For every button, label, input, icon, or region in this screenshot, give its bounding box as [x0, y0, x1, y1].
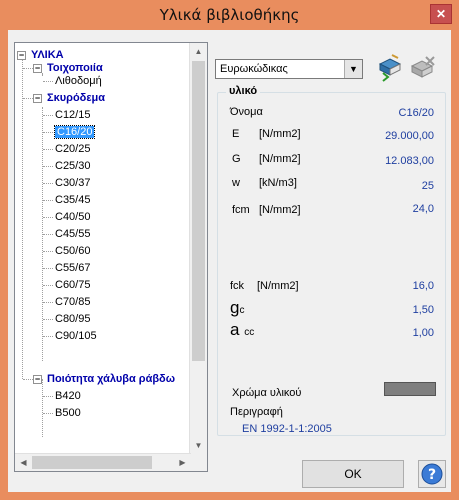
tree-leaf-c70-85[interactable]: C70/85	[55, 294, 90, 311]
tree-content: − ΥΛΙΚΑ − Τοιχοποιία Λιθοδομή − Σκυρόδεμ…	[15, 43, 191, 438]
tree-group-steel[interactable]: − Ποιότητα χάλυβα ράβδω	[33, 371, 175, 388]
tree-leaf-c35-45[interactable]: C35/45	[55, 192, 90, 209]
e-unit: [N/mm2]	[259, 128, 301, 140]
scroll-down-icon[interactable]: ▼	[190, 437, 207, 454]
ok-button[interactable]: OK	[302, 460, 404, 488]
help-icon: ?	[421, 463, 443, 485]
tree-leaf-c80-95[interactable]: C80/95	[55, 311, 90, 328]
collapse-icon[interactable]: −	[33, 94, 42, 103]
tree-leaf-c90-105[interactable]: C90/105	[55, 328, 97, 345]
gamma-c-label: gc	[230, 298, 245, 317]
material-color-swatch[interactable]	[384, 382, 436, 396]
fcm-unit: [N/mm2]	[259, 204, 301, 216]
tree-horizontal-scrollbar[interactable]: ◀ ▶	[15, 453, 191, 471]
tree-leaf-b500[interactable]: B500	[55, 405, 81, 422]
scrollbar-thumb[interactable]	[32, 456, 152, 469]
g-label: G	[232, 153, 241, 165]
w-value[interactable]: 25	[334, 180, 434, 192]
help-button[interactable]: ?	[418, 460, 446, 488]
tree-leaf-c20-25[interactable]: C20/25	[55, 141, 90, 158]
tree-leaf-c50-60[interactable]: C50/60	[55, 243, 90, 260]
description-value[interactable]: EN 1992-1-1:2005	[242, 423, 332, 435]
title-bar: Υλικά βιβλιοθήκης ✕	[0, 0, 459, 30]
color-label: Χρώμα υλικού	[232, 387, 302, 399]
tree-leaf-c30-37[interactable]: C30/37	[55, 175, 90, 192]
delete-material-button[interactable]	[408, 54, 436, 82]
gamma-c-value[interactable]: 1,50	[334, 304, 434, 316]
tree-group-label: Σκυρόδεμα	[47, 92, 106, 104]
dialog-client: − ΥΛΙΚΑ − Τοιχοποιία Λιθοδομή − Σκυρόδεμ…	[8, 30, 451, 492]
collapse-icon[interactable]: −	[17, 51, 26, 60]
tree-leaf-c60-75[interactable]: C60/75	[55, 277, 90, 294]
tree-leaf-c45-55[interactable]: C45/55	[55, 226, 90, 243]
book-delete-icon	[410, 56, 435, 78]
book-import-icon	[378, 54, 402, 82]
scroll-left-icon[interactable]: ◀	[15, 454, 32, 471]
close-button[interactable]: ✕	[430, 4, 452, 24]
tree-leaf[interactable]: Λιθοδομή	[55, 73, 102, 90]
group-title: υλικό	[226, 85, 261, 97]
e-value[interactable]: 29.000,00	[334, 130, 434, 142]
name-value[interactable]: C16/20	[334, 107, 434, 119]
g-value[interactable]: 12.083,00	[334, 155, 434, 167]
scroll-up-icon[interactable]: ▲	[190, 43, 207, 60]
tree-leaf-b420[interactable]: B420	[55, 388, 81, 405]
fcm-label: fcm	[232, 204, 250, 216]
dialog-window: Υλικά βιβλιοθήκης ✕ − ΥΛΙΚΑ − Τοιχοποιία…	[0, 0, 459, 500]
tree-group-label: Ποιότητα χάλυβα ράβδω	[47, 373, 176, 385]
tree-leaf-c12-15[interactable]: C12/15	[55, 107, 90, 124]
g-unit: [N/mm2]	[259, 153, 301, 165]
name-label: Όνομα	[230, 106, 263, 118]
collapse-icon[interactable]: −	[33, 64, 42, 73]
w-unit: [kN/m3]	[259, 177, 297, 189]
scrollbar-thumb[interactable]	[192, 61, 205, 361]
import-library-button[interactable]	[376, 54, 404, 82]
w-label: w	[232, 177, 240, 189]
fck-value[interactable]: 16,0	[334, 280, 434, 292]
material-tree: − ΥΛΙΚΑ − Τοιχοποιία Λιθοδομή − Σκυρόδεμ…	[14, 42, 208, 472]
fcm-value[interactable]: 24,0	[334, 203, 434, 215]
svg-text:?: ?	[428, 467, 436, 483]
tree-leaf-c16-20[interactable]: C16/20	[53, 124, 96, 141]
tree-leaf-c25-30[interactable]: C25/30	[55, 158, 90, 175]
e-label: E	[232, 128, 240, 140]
fck-label: fck	[230, 280, 245, 292]
alpha-cc-value[interactable]: 1,00	[334, 327, 434, 339]
window-title: Υλικά βιβλιοθήκης	[159, 6, 300, 24]
description-label: Περιγραφή	[230, 406, 283, 418]
collapse-icon[interactable]: −	[33, 375, 42, 384]
tree-group-concrete[interactable]: − Σκυρόδεμα	[33, 90, 105, 107]
scroll-right-icon[interactable]: ▶	[174, 454, 191, 471]
tree-leaf-c40-50[interactable]: C40/50	[55, 209, 90, 226]
standard-select[interactable]: Ευρωκώδικας ▼	[215, 59, 363, 79]
alpha-cc-label: a cc	[230, 320, 255, 339]
tree-vertical-scrollbar[interactable]: ▲ ▼	[189, 43, 207, 454]
tree-leaf-c55-67[interactable]: C55/67	[55, 260, 90, 277]
fck-unit: [N/mm2]	[257, 280, 299, 292]
chevron-down-icon[interactable]: ▼	[344, 60, 362, 78]
